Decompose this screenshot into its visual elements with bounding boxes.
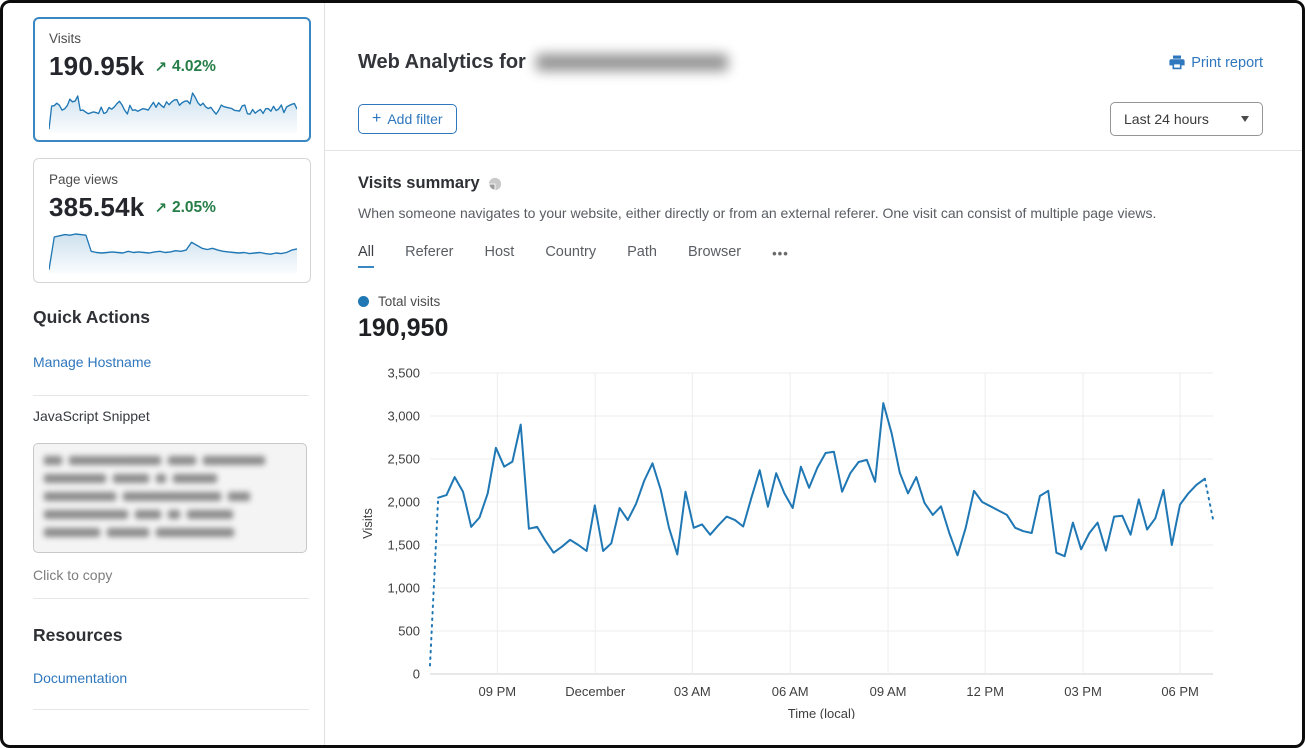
svg-text:12 PM: 12 PM [966,684,1004,699]
svg-text:06 PM: 06 PM [1161,684,1199,699]
visits-sparkline-chart [49,89,297,133]
divider [33,598,309,599]
add-filter-label: Add filter [387,111,442,127]
plus-icon: + [372,112,381,126]
blurred-code-line [44,510,296,519]
metric-card-visits[interactable]: Visits 190.95k ↗ 4.02% [33,17,311,142]
tab-path[interactable]: Path [627,244,657,268]
chevron-down-icon [1241,116,1249,122]
trend-up-arrow-icon: ↗ [154,58,167,76]
section-title: Visits summary [358,174,480,193]
legend-dot-icon [358,296,369,307]
tab-host[interactable]: Host [484,244,514,268]
time-range-dropdown[interactable]: Last 24 hours [1110,102,1263,136]
add-filter-button[interactable]: + Add filter [358,104,457,134]
divider [33,709,309,710]
blurred-code-line [44,456,296,465]
svg-text:500: 500 [398,624,420,639]
javascript-snippet-label: JavaScript Snippet [33,408,310,424]
svg-text:03 PM: 03 PM [1064,684,1102,699]
svg-text:3,000: 3,000 [387,409,420,424]
documentation-link[interactable]: Documentation [33,670,127,686]
tab-country[interactable]: Country [545,244,596,268]
more-tabs-button[interactable]: ••• [772,246,789,267]
printer-icon [1169,55,1185,70]
svg-text:December: December [565,684,626,699]
metric-card-value: 385.54k [49,192,144,223]
blurred-code-line [44,492,296,501]
chart-legend: Total visits [358,294,1263,309]
visits-summary-section: Visits summary When someone navigates to… [358,151,1263,724]
metric-card-page-views[interactable]: Page views 385.54k ↗ 2.05% [33,158,311,283]
metric-delta: ↗ 2.05% [154,199,216,217]
total-visits-value: 190,950 [358,314,1263,343]
metric-card-value: 190.95k [49,51,144,82]
main-panel: Web Analytics for Print report + Add fil… [325,3,1305,745]
blurred-code-line [44,528,296,537]
visits-line-chart: 0 500 1,000 1,500 2,000 2,500 3,000 3,500 09 PM D… [358,357,1263,719]
svg-text:2,500: 2,500 [387,452,420,467]
svg-text:1,500: 1,500 [387,538,420,553]
summary-tabs: All Referer Host Country Path Browser ••… [358,244,1263,268]
page-title: Web Analytics for [358,51,526,74]
svg-text:06 AM: 06 AM [772,684,809,699]
print-report-label: Print report [1191,55,1263,71]
resources-title: Resources [33,625,310,646]
metric-delta-value: 2.05% [172,199,216,217]
blurred-code-line [44,474,296,483]
print-report-link[interactable]: Print report [1169,55,1263,71]
manage-hostname-link[interactable]: Manage Hostname [33,354,151,370]
svg-text:03 AM: 03 AM [674,684,711,699]
svg-text:0: 0 [413,667,420,682]
svg-text:Visits: Visits [360,508,375,539]
click-to-copy-hint: Click to copy [33,567,310,583]
legend-label: Total visits [378,294,440,309]
code-snippet-copy-box[interactable] [33,443,307,553]
svg-text:2,000: 2,000 [387,495,420,510]
sidebar: Visits 190.95k ↗ 4.02% Page views 385.54… [3,3,325,745]
page-views-sparkline-chart [49,230,297,274]
svg-text:3,500: 3,500 [387,366,420,381]
metric-delta-value: 4.02% [172,58,216,76]
chart-canvas[interactable]: 0 500 1,000 1,500 2,000 2,500 3,000 3,500 09 PM D… [358,357,1263,724]
metric-card-label: Page views [49,172,297,187]
tab-browser[interactable]: Browser [688,244,741,268]
tab-all[interactable]: All [358,244,374,268]
svg-text:09 AM: 09 AM [870,684,907,699]
metric-card-label: Visits [49,31,297,46]
blurred-domain [536,54,728,71]
time-range-value: Last 24 hours [1124,111,1209,127]
pie-chart-help-icon [488,177,502,191]
app-window: Visits 190.95k ↗ 4.02% Page views 385.54… [0,0,1305,748]
svg-text:09 PM: 09 PM [479,684,517,699]
tab-referer[interactable]: Referer [405,244,453,268]
svg-text:1,000: 1,000 [387,581,420,596]
svg-text:Time (local): Time (local) [788,706,855,719]
trend-up-arrow-icon: ↗ [154,199,167,217]
section-description: When someone navigates to your website, … [358,205,1263,221]
quick-actions-title: Quick Actions [33,307,310,328]
divider [33,395,309,396]
metric-delta: ↗ 4.02% [154,58,216,76]
